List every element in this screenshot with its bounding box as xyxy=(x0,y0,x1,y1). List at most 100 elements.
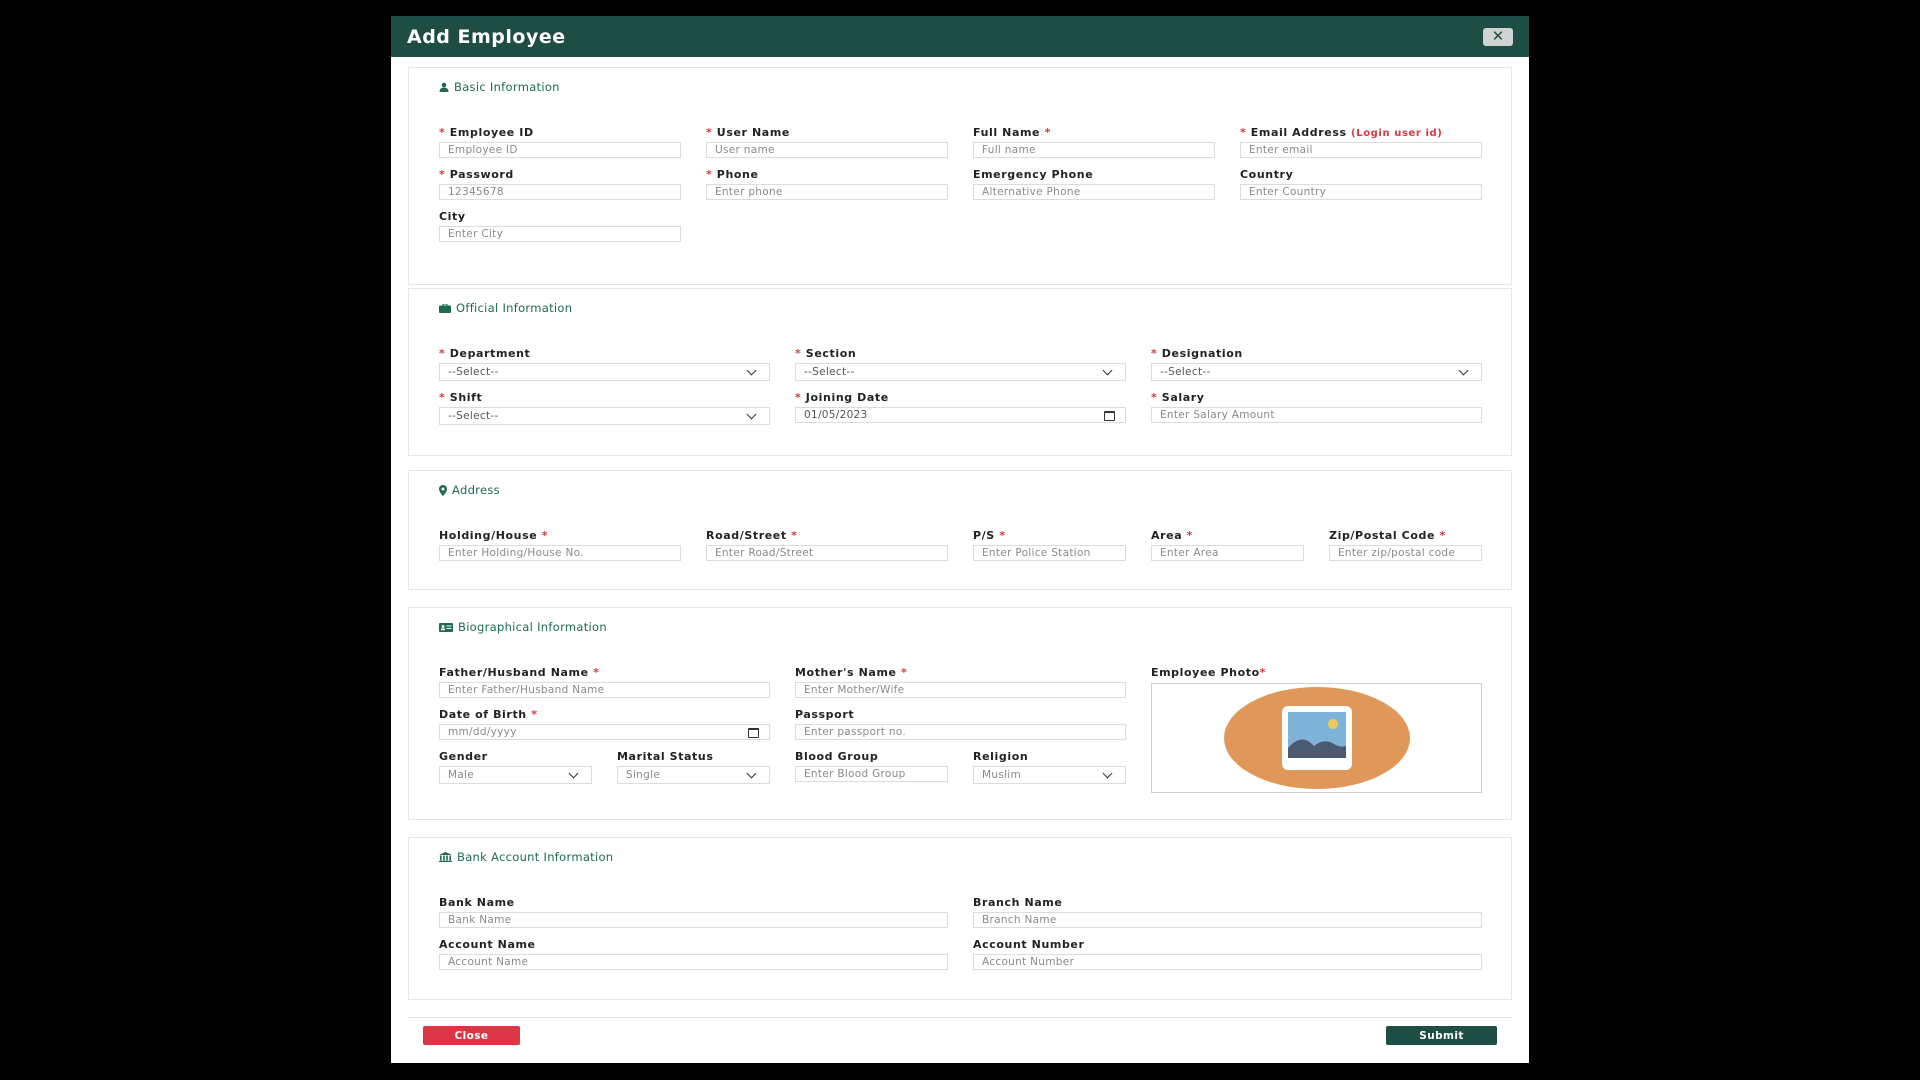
zip-label: Zip/Postal Code * xyxy=(1329,529,1446,542)
user-name-input[interactable]: User name xyxy=(706,142,948,158)
password-field: * Password 12345678 xyxy=(439,168,681,200)
submit-button[interactable]: Submit xyxy=(1386,1026,1497,1045)
joining-date-input[interactable]: 01/05/2023 xyxy=(795,407,1126,423)
chevron-down-icon xyxy=(1458,365,1469,376)
bank-icon xyxy=(439,852,452,862)
department-select[interactable]: --Select-- xyxy=(439,363,770,381)
account-name-input[interactable]: Account Name xyxy=(439,954,948,970)
email-input[interactable]: Enter email xyxy=(1240,142,1482,158)
modal-title: Add Employee xyxy=(407,25,566,48)
login-user-id-note: (Login user id) xyxy=(1351,128,1443,139)
employee-id-input[interactable]: Employee ID xyxy=(439,142,681,158)
emergency-phone-label: Emergency Phone xyxy=(973,168,1094,181)
employee-photo-upload[interactable] xyxy=(1151,683,1482,793)
full-name-label: Full Name * xyxy=(973,126,1051,139)
passport-field: Passport Enter passport no. xyxy=(795,708,1126,740)
religion-select[interactable]: Muslim xyxy=(973,766,1126,784)
id-card-icon xyxy=(439,622,453,632)
chevron-down-icon xyxy=(1102,365,1113,376)
country-input[interactable]: Enter Country xyxy=(1240,184,1482,200)
mother-name-field: Mother's Name * Enter Mother/Wife xyxy=(795,666,1126,698)
area-input[interactable]: Enter Area xyxy=(1151,545,1304,561)
mother-name-label: Mother's Name * xyxy=(795,666,908,679)
official-information-card: Official Information * Department --Sele… xyxy=(408,288,1512,456)
road-input[interactable]: Enter Road/Street xyxy=(706,545,948,561)
bank-name-input[interactable]: Bank Name xyxy=(439,912,948,928)
full-name-input[interactable]: Full name xyxy=(973,142,1215,158)
passport-label: Passport xyxy=(795,708,855,721)
holding-input[interactable]: Enter Holding/House No. xyxy=(439,545,681,561)
zip-input[interactable]: Enter zip/postal code xyxy=(1329,545,1482,561)
gender-label: Gender xyxy=(439,750,488,763)
gender-select[interactable]: Male xyxy=(439,766,592,784)
employee-id-label: * Employee ID xyxy=(439,126,534,139)
chevron-down-icon xyxy=(746,768,757,779)
department-field: * Department --Select-- xyxy=(439,347,770,381)
branch-name-label: Branch Name xyxy=(973,896,1063,909)
ps-field: P/S * Enter Police Station xyxy=(973,529,1126,561)
account-number-input[interactable]: Account Number xyxy=(973,954,1482,970)
marital-status-select[interactable]: Single xyxy=(617,766,770,784)
blood-group-label: Blood Group xyxy=(795,750,879,763)
area-label: Area * xyxy=(1151,529,1194,542)
user-name-label: * User Name xyxy=(706,126,790,139)
card-title-text: Basic Information xyxy=(454,80,560,94)
section-label: * Section xyxy=(795,347,857,360)
designation-select[interactable]: --Select-- xyxy=(1151,363,1482,381)
area-field: Area * Enter Area xyxy=(1151,529,1304,561)
phone-input[interactable]: Enter phone xyxy=(706,184,948,200)
emergency-phone-input[interactable]: Alternative Phone xyxy=(973,184,1215,200)
road-label: Road/Street * xyxy=(706,529,798,542)
salary-input[interactable]: Enter Salary Amount xyxy=(1151,407,1482,423)
marital-status-field: Marital Status Single xyxy=(617,750,770,784)
country-field: Country Enter Country xyxy=(1240,168,1482,200)
dob-input[interactable]: mm/dd/yyyy xyxy=(439,724,770,740)
biographical-information-card: Biographical Information Father/Husband … xyxy=(408,607,1512,820)
city-input[interactable]: Enter City xyxy=(439,226,681,242)
bank-name-field: Bank Name Bank Name xyxy=(439,896,948,928)
employee-id-field: * Employee ID Employee ID xyxy=(439,126,681,158)
religion-field: Religion Muslim xyxy=(973,750,1126,784)
account-number-label: Account Number xyxy=(973,938,1085,951)
bank-account-information-title: Bank Account Information xyxy=(439,850,613,864)
account-name-field: Account Name Account Name xyxy=(439,938,948,970)
blood-group-input[interactable]: Enter Blood Group xyxy=(795,766,948,782)
mother-name-input[interactable]: Enter Mother/Wife xyxy=(795,682,1126,698)
shift-select[interactable]: --Select-- xyxy=(439,407,770,425)
account-name-label: Account Name xyxy=(439,938,536,951)
password-input[interactable]: 12345678 xyxy=(439,184,681,200)
calendar-icon[interactable] xyxy=(748,728,759,738)
email-field: * Email Address (Login user id) Enter em… xyxy=(1240,126,1482,158)
road-field: Road/Street * Enter Road/Street xyxy=(706,529,948,561)
close-button[interactable]: Close xyxy=(423,1026,520,1045)
basic-information-title: Basic Information xyxy=(439,80,560,94)
branch-name-input[interactable]: Branch Name xyxy=(973,912,1482,928)
close-icon[interactable]: ✕ xyxy=(1483,27,1513,46)
joining-date-field: * Joining Date 01/05/2023 xyxy=(795,391,1126,423)
passport-input[interactable]: Enter passport no. xyxy=(795,724,1126,740)
chevron-down-icon xyxy=(746,365,757,376)
section-select[interactable]: --Select-- xyxy=(795,363,1126,381)
department-label: * Department xyxy=(439,347,531,360)
account-number-field: Account Number Account Number xyxy=(973,938,1482,970)
blood-group-field: Blood Group Enter Blood Group xyxy=(795,750,948,782)
map-marker-icon xyxy=(439,484,447,496)
password-label: * Password xyxy=(439,168,514,181)
calendar-icon[interactable] xyxy=(1104,411,1115,421)
card-title-text: Biographical Information xyxy=(458,620,607,634)
shift-label: * Shift xyxy=(439,391,483,404)
ps-input[interactable]: Enter Police Station xyxy=(973,545,1126,561)
holding-label: Holding/House * xyxy=(439,529,549,542)
father-name-input[interactable]: Enter Father/Husband Name xyxy=(439,682,770,698)
address-title: Address xyxy=(439,483,500,497)
card-title-text: Bank Account Information xyxy=(457,850,614,864)
marital-status-label: Marital Status xyxy=(617,750,714,763)
father-name-label: Father/Husband Name * xyxy=(439,666,600,679)
image-placeholder-icon xyxy=(1223,687,1410,789)
section-field: * Section --Select-- xyxy=(795,347,1126,381)
designation-label: * Designation xyxy=(1151,347,1243,360)
chevron-down-icon xyxy=(746,409,757,420)
salary-field: * Salary Enter Salary Amount xyxy=(1151,391,1482,423)
briefcase-icon xyxy=(439,303,451,313)
religion-label: Religion xyxy=(973,750,1029,763)
